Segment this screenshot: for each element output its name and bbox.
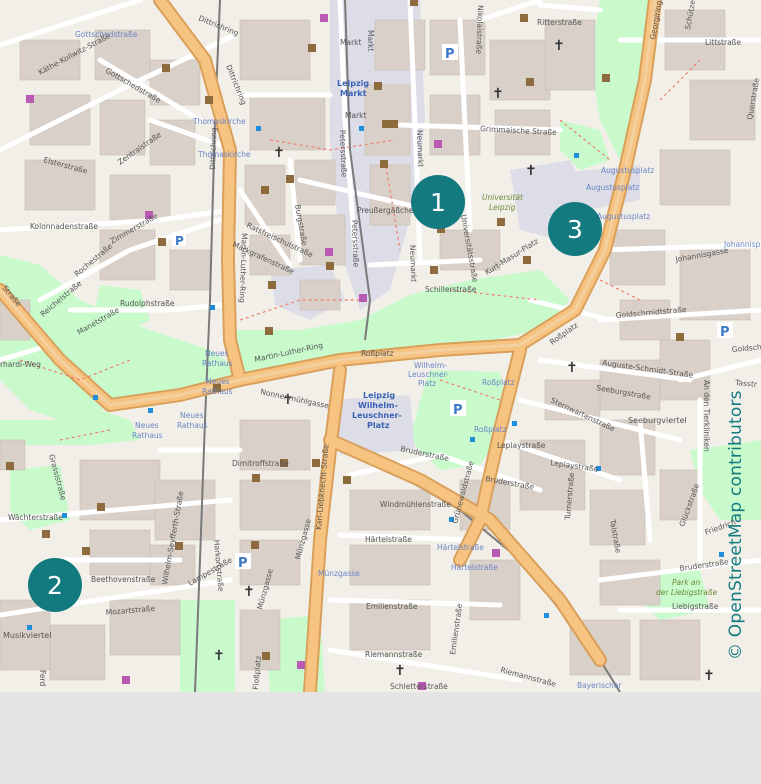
label-thomaskirche-2: Thomaskirche bbox=[197, 150, 251, 159]
label-petersstrasse-2: Petersstraße bbox=[350, 220, 361, 268]
label-emilienstrasse: Emilienstraße bbox=[366, 602, 418, 611]
label-wilhelm-leuschner: Wilhelm- bbox=[414, 361, 447, 370]
label-riemannstrasse: Riemannstraße bbox=[365, 650, 423, 659]
label-seeburgviertel: Seeburgviertel bbox=[628, 416, 687, 425]
label-augustusplatz: Augustusplatz bbox=[601, 166, 654, 175]
svg-text:✝: ✝ bbox=[273, 145, 285, 161]
label-kolonnadenstrasse: Kolonnadenstraße bbox=[30, 222, 98, 231]
map-marker-1[interactable]: 1 bbox=[411, 175, 465, 229]
label-neues-rathaus-3: Neues bbox=[206, 377, 230, 386]
label-big-leuschner: Leuschner- bbox=[352, 411, 402, 420]
label-big-wilhelm: Wilhelm- bbox=[358, 401, 398, 410]
label-hartelstrasse-2: Härtelstraße bbox=[437, 543, 484, 552]
label-markt-3: Markt bbox=[345, 111, 366, 120]
label-neues-rathaus-6: Rathaus bbox=[177, 421, 208, 430]
label-an-den-tierkliniken: An den Tierkliniken bbox=[702, 380, 711, 452]
svg-text:P: P bbox=[453, 403, 463, 418]
map-view[interactable]: P P P P P ✝ ✝ ✝ ✝ ✝ ✝ ✝ ✝ ✝ ✝ Gottscheds… bbox=[0, 0, 761, 692]
label-neues-rathaus-4: Rathaus bbox=[202, 387, 233, 396]
label-musikviertel: Musikviertel bbox=[3, 631, 51, 640]
label-neues-rathaus-8: Rathaus bbox=[132, 431, 163, 440]
label-johannisplatz: Johannisplatz bbox=[723, 240, 761, 249]
label-petersstrasse: Petersstraße bbox=[338, 130, 349, 178]
label-hartelstrasse-3: Härtelstraße bbox=[451, 563, 498, 572]
label-beethovenstrasse: Beethovenstraße bbox=[91, 575, 156, 584]
svg-text:✝: ✝ bbox=[703, 668, 715, 684]
label-ferd: Ferd bbox=[38, 670, 47, 686]
label-neues-rathaus-2: Rathaus bbox=[202, 359, 233, 368]
label-universitat: Universität bbox=[482, 193, 524, 202]
svg-text:✝: ✝ bbox=[525, 163, 537, 179]
label-ritterstrasse: Ritterstraße bbox=[537, 18, 582, 27]
label-wilhelm-leuschner-3: Platz bbox=[418, 379, 436, 388]
label-littstrasse: Littstraße bbox=[705, 38, 741, 47]
label-wachterstrasse: Wächterstraße bbox=[8, 513, 63, 522]
label-rossplatz-3: Roßplatz bbox=[482, 378, 515, 387]
label-nikolaistrasse: Nikolaistraße bbox=[474, 5, 485, 55]
svg-text:✝: ✝ bbox=[553, 38, 565, 54]
svg-text:✝: ✝ bbox=[243, 584, 255, 600]
label-neumarkt: Neumarkt bbox=[415, 130, 425, 168]
map-attribution[interactable]: © OpenStreetMap contributors bbox=[726, 390, 746, 660]
label-bayerischer: Bayerischer bbox=[577, 681, 622, 690]
map-marker-3[interactable]: 3 bbox=[548, 202, 602, 256]
label-rossplatz-4: Roßplatz bbox=[474, 425, 507, 434]
label-dimitroffstrasse: Dimitroffstraße bbox=[232, 459, 289, 468]
label-preussergasschen: Preußergäßchen bbox=[357, 206, 419, 215]
map-canvas[interactable]: P P P P P ✝✝ ✝✝ ✝✝ ✝✝ ✝✝ Gottschedstraße… bbox=[0, 0, 761, 692]
svg-text:P: P bbox=[238, 556, 248, 571]
label-augustusplatz-3: Augustusplatz bbox=[597, 212, 650, 221]
label-park-liebig: Park an bbox=[672, 578, 701, 587]
svg-text:P: P bbox=[445, 47, 455, 62]
label-schillerstrasse: Schillerstraße bbox=[425, 285, 477, 294]
label-dittrichring-3: Dittrichring bbox=[208, 127, 218, 170]
label-leipzig-uni: Leipzig bbox=[489, 203, 516, 212]
bottom-blank-area bbox=[0, 692, 761, 784]
label-park-liebig-2: der Liebigstraße bbox=[656, 588, 718, 597]
svg-text:✝: ✝ bbox=[566, 360, 578, 376]
label-windmuhlenstrasse: Windmühlenstraße bbox=[380, 500, 451, 509]
svg-text:P: P bbox=[175, 234, 184, 248]
label-big-platz: Platz bbox=[367, 421, 390, 430]
label-erhardi-weg: rhardi-Weg bbox=[0, 360, 41, 369]
label-liebigstrasse: Liebigstraße bbox=[672, 602, 719, 611]
label-leipzig-markt-2: Markt bbox=[340, 89, 367, 98]
label-big-leipzig: Leipzig bbox=[363, 391, 395, 400]
label-leplaystrasse: Leplaystraße bbox=[497, 441, 546, 450]
label-schletterstrasse: Schletterstraße bbox=[390, 682, 448, 691]
map-marker-2[interactable]: 2 bbox=[28, 558, 82, 612]
label-markt-2: Markt bbox=[366, 30, 375, 51]
svg-text:✝: ✝ bbox=[492, 86, 504, 102]
label-leipzig-markt: Leipzig bbox=[337, 79, 369, 88]
svg-text:✝: ✝ bbox=[213, 648, 225, 664]
label-rudolphstrasse: Rudolphstraße bbox=[120, 299, 175, 308]
label-markt: Markt bbox=[340, 38, 361, 47]
label-wilhelm-leuschner-2: Leuschner- bbox=[408, 370, 449, 379]
label-munzgasse-3: Münzgasse bbox=[318, 569, 360, 578]
label-rossplatz: Roßplatz bbox=[361, 349, 394, 358]
svg-text:✝: ✝ bbox=[394, 663, 406, 679]
label-neues-rathaus: Neues bbox=[205, 349, 229, 358]
label-neumarkt-2: Neumarkt bbox=[408, 245, 418, 283]
label-augustusplatz-2: Augustusplatz bbox=[586, 183, 639, 192]
svg-text:P: P bbox=[720, 325, 730, 340]
label-hartelstrasse: Härtelstraße bbox=[365, 535, 412, 544]
label-neues-rathaus-7: Neues bbox=[135, 421, 159, 430]
label-thomaskirche: Thomaskirche bbox=[192, 117, 246, 126]
label-neues-rathaus-5: Neues bbox=[180, 411, 204, 420]
